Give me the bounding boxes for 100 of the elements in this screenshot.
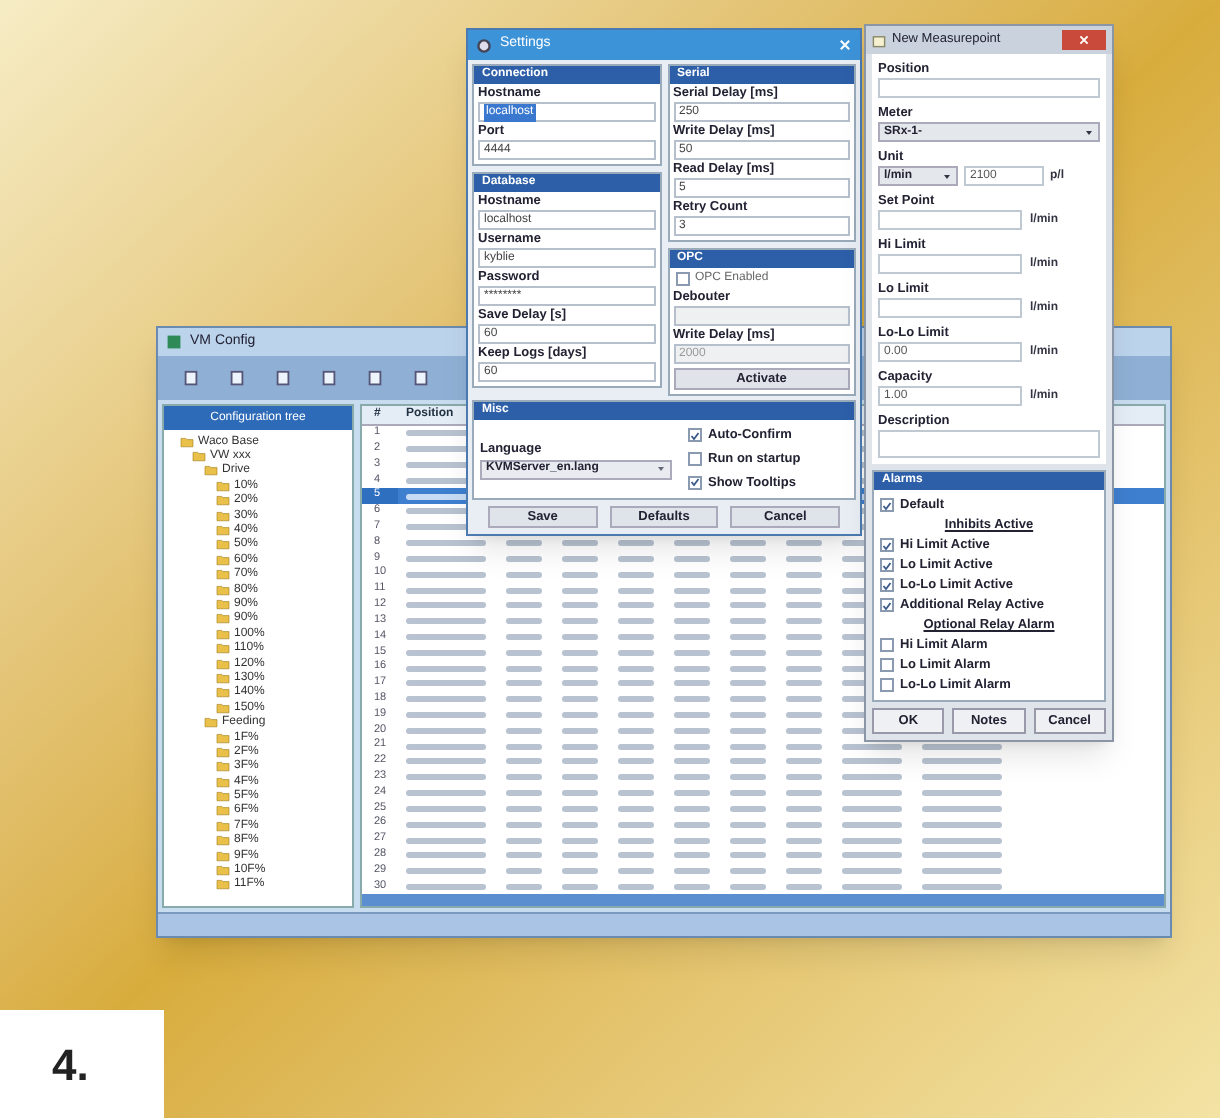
- blurred-cell: [922, 837, 1002, 844]
- blurred-cell: [730, 696, 766, 703]
- input-field[interactable]: [878, 78, 1100, 98]
- blurred-cell: [786, 883, 822, 890]
- checkbox[interactable]: [880, 678, 894, 692]
- checkbox[interactable]: [880, 498, 894, 512]
- blurred-cell: [842, 805, 902, 812]
- blurred-cell: [506, 821, 542, 828]
- blurred-cell: [730, 774, 766, 781]
- blurred-cell: [562, 743, 598, 750]
- blurred-cell: [506, 649, 542, 656]
- blurred-cell: [406, 758, 486, 765]
- blurred-cell: [406, 774, 486, 781]
- input-field[interactable]: [878, 298, 1022, 318]
- blurred-cell: [506, 633, 542, 640]
- blurred-cell: [922, 743, 1002, 750]
- check-icon: [690, 476, 700, 489]
- blurred-cell: [674, 868, 710, 875]
- blurred-cell: [786, 790, 822, 797]
- blurred-cell: [618, 571, 654, 578]
- blurred-cell: [506, 712, 542, 719]
- blurred-cell: [618, 821, 654, 828]
- blurred-cell: [786, 587, 822, 594]
- checkbox[interactable]: [688, 428, 702, 443]
- blurred-cell: [406, 805, 486, 812]
- blurred-cell: [506, 540, 542, 547]
- blurred-cell: [406, 680, 486, 687]
- dropdown-caret-icon: [656, 464, 666, 474]
- blurred-cell: [506, 727, 542, 734]
- blurred-cell: [786, 633, 822, 640]
- blurred-cell: [786, 680, 822, 687]
- blurred-cell: [406, 587, 486, 594]
- blurred-cell: [842, 758, 902, 765]
- input-field[interactable]: [878, 254, 1022, 274]
- blurred-cell: [674, 743, 710, 750]
- blurred-cell: [922, 868, 1002, 875]
- blurred-cell: [618, 868, 654, 875]
- blurred-cell: [922, 821, 1002, 828]
- blurred-cell: [506, 743, 542, 750]
- blurred-cell: [562, 837, 598, 844]
- checkbox[interactable]: [880, 578, 894, 592]
- checkbox[interactable]: [675, 271, 689, 285]
- blurred-cell: [730, 837, 766, 844]
- blurred-cell: [406, 665, 486, 672]
- document-icon: [366, 369, 384, 387]
- checkbox[interactable]: [880, 598, 894, 612]
- blurred-cell: [674, 587, 710, 594]
- blurred-cell: [406, 696, 486, 703]
- blurred-cell: [674, 571, 710, 578]
- blurred-cell: [730, 602, 766, 609]
- blurred-cell: [674, 540, 710, 547]
- checkbox[interactable]: [880, 558, 894, 572]
- blurred-cell: [674, 821, 710, 828]
- blurred-cell: [562, 602, 598, 609]
- blurred-cell: [730, 868, 766, 875]
- blurred-cell: [506, 571, 542, 578]
- blurred-cell: [406, 727, 486, 734]
- blurred-cell: [506, 883, 542, 890]
- blurred-cell: [842, 790, 902, 797]
- blurred-cell: [842, 821, 902, 828]
- blurred-cell: [786, 696, 822, 703]
- blurred-cell: [730, 618, 766, 625]
- checkbox[interactable]: [880, 638, 894, 652]
- blurred-cell: [562, 774, 598, 781]
- blurred-cell: [406, 883, 486, 890]
- blurred-cell: [842, 743, 902, 750]
- blurred-cell: [618, 540, 654, 547]
- blurred-cell: [406, 852, 486, 859]
- blurred-cell: [406, 602, 486, 609]
- blurred-cell: [618, 774, 654, 781]
- blurred-cell: [506, 587, 542, 594]
- blurred-cell: [842, 883, 902, 890]
- input-field[interactable]: [878, 210, 1022, 230]
- blurred-cell: [730, 587, 766, 594]
- blurred-cell: [786, 665, 822, 672]
- blurred-cell: [506, 852, 542, 859]
- blurred-cell: [786, 758, 822, 765]
- blurred-cell: [406, 555, 486, 562]
- blurred-cell: [562, 790, 598, 797]
- blurred-cell: [674, 712, 710, 719]
- blurred-cell: [674, 805, 710, 812]
- blurred-cell: [562, 680, 598, 687]
- blurred-cell: [786, 852, 822, 859]
- input-field[interactable]: [878, 430, 1100, 458]
- blurred-cell: [562, 618, 598, 625]
- blurred-cell: [730, 540, 766, 547]
- dropdown-caret-icon: [1084, 127, 1094, 137]
- blurred-cell: [730, 680, 766, 687]
- blurred-cell: [618, 696, 654, 703]
- blurred-cell: [562, 696, 598, 703]
- checkbox[interactable]: [880, 538, 894, 552]
- blurred-cell: [562, 540, 598, 547]
- close-button[interactable]: [1062, 30, 1106, 50]
- checkbox[interactable]: [688, 452, 702, 467]
- checkbox[interactable]: [688, 475, 702, 490]
- blurred-cell: [506, 805, 542, 812]
- document-icon: [320, 369, 338, 387]
- blurred-cell: [786, 774, 822, 781]
- blurred-cell: [786, 837, 822, 844]
- checkbox[interactable]: [880, 658, 894, 672]
